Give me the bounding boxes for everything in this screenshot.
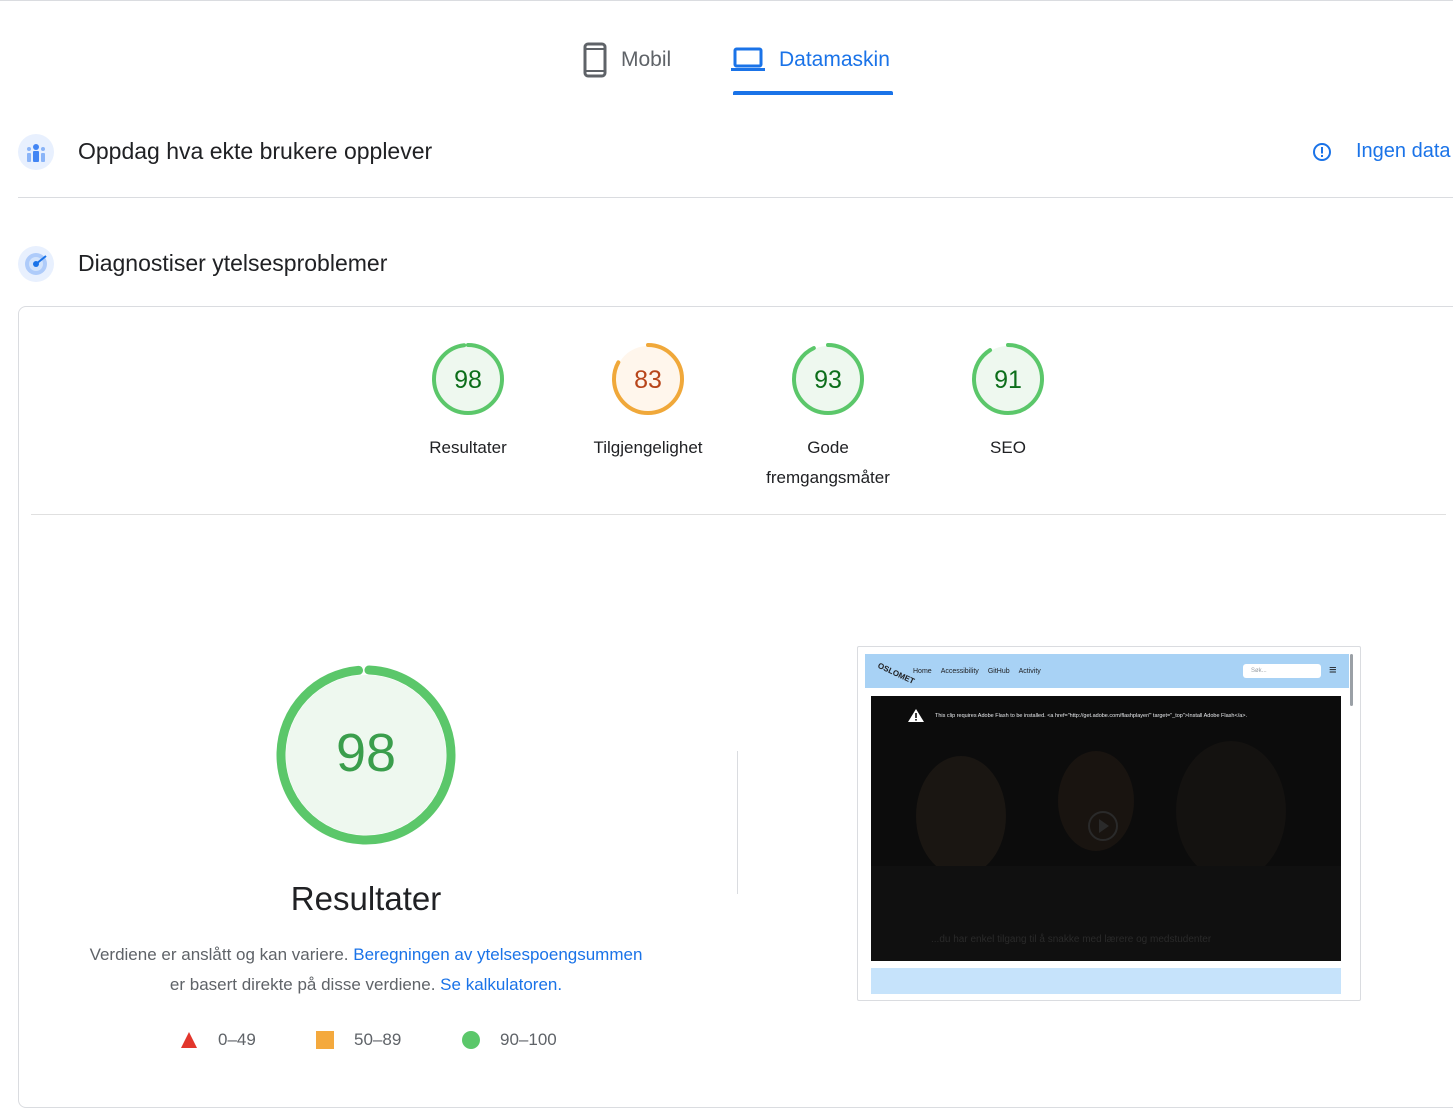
field-data-title: Oppdag hva ekte brukere opplever xyxy=(78,138,433,164)
gauge-accessibility[interactable]: 83 Tilgjengelighet xyxy=(568,341,728,463)
legend-fail-label: 0–49 xyxy=(218,1030,256,1049)
thumb-scrollbar xyxy=(1350,654,1353,706)
section-divider xyxy=(18,197,1453,198)
tab-mobile[interactable]: Mobil xyxy=(583,40,671,80)
main-score-value: 98 xyxy=(336,723,396,783)
legend-pass-label: 90–100 xyxy=(500,1030,557,1049)
top-border xyxy=(0,0,1453,1)
thumb-video-area: This clip requires Adobe Flash to be ins… xyxy=(871,696,1341,961)
legend-average: 50–89 xyxy=(316,1030,401,1050)
gauge-performance[interactable]: 98 Resultater xyxy=(388,341,548,463)
circle-icon xyxy=(462,1031,480,1049)
thumb-nav-home: Home xyxy=(913,667,932,675)
tab-desktop-label: Datamaskin xyxy=(779,48,890,71)
calculator-link[interactable]: Se kalkulatoren. xyxy=(440,975,562,994)
thumb-nav-activity: Activity xyxy=(1018,667,1041,675)
gauge-performance-ring: 98 xyxy=(432,343,504,415)
card-divider xyxy=(31,514,1446,515)
gauge-best-practices-label-line1: Gode xyxy=(807,438,849,457)
no-data-link[interactable]: Ingen data xyxy=(1312,140,1451,163)
gauge-seo-label: SEO xyxy=(990,438,1026,457)
gauge-seo-score: 91 xyxy=(994,366,1022,394)
phone-icon xyxy=(583,42,607,78)
users-chart-icon xyxy=(18,134,54,170)
gauge-seo-ring: 91 xyxy=(972,343,1044,415)
main-score-gauge: 98 xyxy=(275,664,457,851)
square-icon xyxy=(316,1031,334,1049)
main-score-title: Resultater xyxy=(290,880,442,917)
tab-mobile-label: Mobil xyxy=(621,48,672,71)
no-data-label: Ingen data xyxy=(1356,140,1451,162)
gauge-accessibility-score: 83 xyxy=(634,366,662,394)
diagnostics-icon xyxy=(18,246,54,282)
legend-average-label: 50–89 xyxy=(354,1030,402,1049)
warning-icon xyxy=(907,708,925,723)
gauge-best-practices-label-line2: fremgangsmåter xyxy=(766,468,890,487)
video-caption: ...du har enkel tilgang til å snakke med… xyxy=(931,934,1212,945)
gauge-best-practices-label: Gode fremgangsmåter xyxy=(748,433,908,493)
hamburger-menu-icon: ≡ xyxy=(1329,662,1337,677)
page-screenshot[interactable]: OSLOMET Home Accessibility GitHub Activi… xyxy=(857,646,1361,1001)
gauge-best-practices-score: 93 xyxy=(814,366,842,394)
lab-data-title: Diagnostiser ytelsesproblemer xyxy=(78,250,388,276)
vertical-separator xyxy=(737,751,738,894)
thumb-nav-accessibility: Accessibility xyxy=(940,667,979,675)
score-calculation-link[interactable]: Beregningen av ytelsespoengsummen xyxy=(353,945,642,964)
tab-desktop[interactable]: Datamaskin xyxy=(731,40,890,80)
gauge-accessibility-ring: 83 xyxy=(612,343,684,415)
gauge-best-practices-ring: 93 xyxy=(792,343,864,415)
site-logo: OSLOMET xyxy=(876,660,917,686)
desc-text-1: Verdiene er anslått og kan variere. xyxy=(89,945,354,964)
legend-fail: 0–49 xyxy=(180,1030,256,1050)
gauge-performance-score: 98 xyxy=(454,366,482,394)
gauge-seo[interactable]: 91 SEO xyxy=(928,341,1088,463)
video-still xyxy=(871,741,1341,961)
flash-warning-text: This clip requires Adobe Flash to be ins… xyxy=(935,712,1248,719)
gauge-accessibility-label: Tilgjengelighet xyxy=(593,438,703,457)
active-tab-indicator xyxy=(733,91,893,95)
thumb-nav-github: GitHub xyxy=(987,667,1010,675)
triangle-icon xyxy=(180,1031,198,1049)
info-icon xyxy=(1312,142,1332,162)
flash-warning: This clip requires Adobe Flash to be ins… xyxy=(907,708,1247,723)
thumb-nav-links: Home Accessibility GitHub Activity xyxy=(913,668,1050,675)
desc-text-2: er basert direkte på disse verdiene. xyxy=(169,975,441,994)
gauge-performance-label: Resultater xyxy=(429,438,507,457)
thumb-navbar: OSLOMET Home Accessibility GitHub Activi… xyxy=(865,654,1349,688)
gauge-best-practices[interactable]: 93 Gode fremgangsmåter xyxy=(748,341,908,493)
laptop-icon xyxy=(731,47,765,73)
score-description: Verdiene er anslått og kan variere. Bere… xyxy=(56,940,676,1000)
thumb-search-input: Søk... xyxy=(1243,664,1321,678)
thumb-footer-strip xyxy=(871,968,1341,994)
legend-pass: 90–100 xyxy=(462,1030,557,1050)
